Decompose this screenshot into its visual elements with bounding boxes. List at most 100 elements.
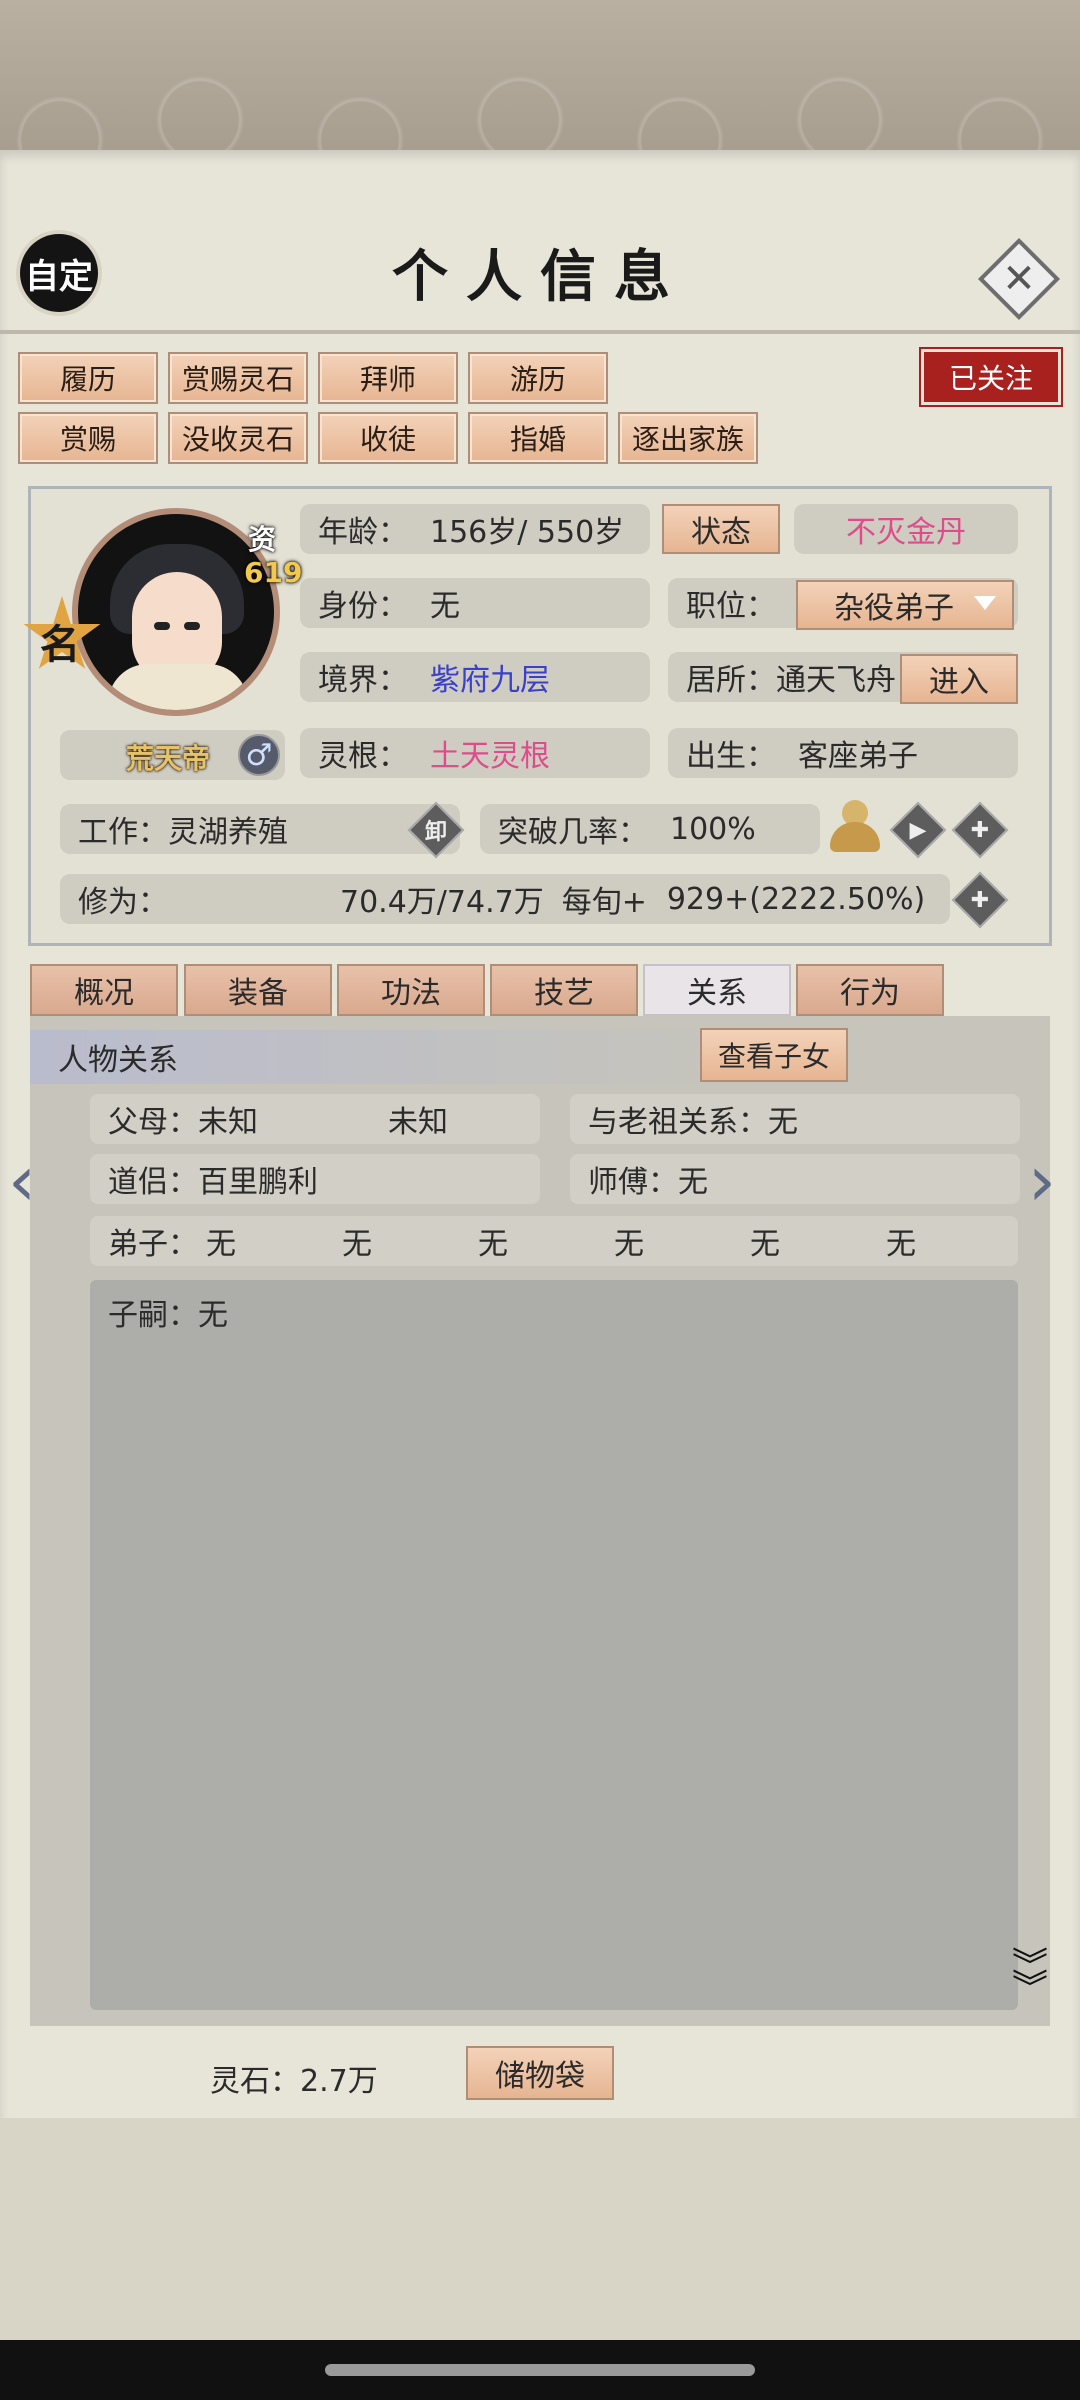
position-value: 杂役弟子 (834, 591, 954, 626)
per-turn-value: 929+(2222.50%) (666, 881, 926, 917)
realm-label: 境界： (318, 663, 408, 698)
disciple-slot[interactable]: 无 (750, 1219, 780, 1263)
meditate-figure-icon[interactable] (830, 800, 880, 854)
ancestor-row: 与老祖关系：无 (570, 1094, 1020, 1144)
enter-button[interactable]: 进入 (900, 654, 1018, 704)
master-label: 师傅： (588, 1165, 678, 1200)
title-name: 荒天帝 (126, 742, 211, 775)
disciple-slot[interactable]: 无 (614, 1219, 644, 1263)
reward-stone-button[interactable]: 赏赐灵石 (168, 352, 308, 404)
age-label: 年龄： (318, 515, 408, 550)
ancestor-label: 与老祖关系： (588, 1105, 768, 1140)
scroll-down-icon[interactable]: ︾ ︾ (1012, 1949, 1048, 2007)
position-label: 职位： (686, 589, 776, 624)
storage-bag-button[interactable]: 储物袋 (466, 2046, 614, 2100)
birth-field: 出生： 客座弟子 (668, 728, 1018, 778)
top-decoration (0, 0, 1080, 150)
heirs-box: 子嗣：无 (90, 1280, 1018, 2010)
residence-label: 居所： (686, 663, 776, 698)
tab-behavior[interactable]: 行为 (796, 964, 944, 1016)
next-arrow-icon[interactable]: › (1028, 1140, 1056, 1222)
work-field: 工作： 灵湖养殖 (60, 804, 460, 854)
identity-value: 无 (430, 589, 460, 624)
heirs-value: 无 (198, 1298, 228, 1333)
birth-value: 客座弟子 (798, 739, 918, 774)
disciple-slot[interactable]: 无 (206, 1219, 236, 1263)
tab-overview[interactable]: 概况 (30, 964, 178, 1016)
play-icon: ▶ (909, 817, 927, 843)
take-disciple-button[interactable]: 收徒 (318, 412, 458, 464)
birth-label: 出生： (686, 739, 776, 774)
unload-icon: 卸 (424, 820, 447, 845)
parents-row: 父母： 未知 未知 (90, 1094, 540, 1144)
partner-value[interactable]: 百里鹏利 (198, 1157, 318, 1201)
tab-skills[interactable]: 技艺 (490, 964, 638, 1016)
disciples-row: 弟子： 无 无 无 无 无 无 (90, 1216, 1018, 1266)
reward-button[interactable]: 赏赐 (18, 412, 158, 464)
spirit-stone: 灵石：2.7万 (210, 2056, 378, 2100)
parent-value[interactable]: 未知 (388, 1097, 448, 1141)
aptitude-value: 619 (244, 556, 303, 589)
cultivation-value: 70.4万/74.7万 (340, 885, 544, 920)
male-icon: ♂ (238, 734, 280, 776)
become-apprentice-button[interactable]: 拜师 (318, 352, 458, 404)
partner-row: 道侣： 百里鹏利 (90, 1154, 540, 1204)
disciple-slot[interactable]: 无 (478, 1219, 508, 1263)
expel-button[interactable]: 逐出家族 (618, 412, 758, 464)
work-label: 工作： (78, 815, 168, 850)
tab-equipment[interactable]: 装备 (184, 964, 332, 1016)
per-turn-label: 每旬+ (561, 885, 647, 920)
status-text: 不灭金丹 (846, 515, 966, 550)
star-label: 名 (40, 621, 80, 668)
plus-icon: ✚ (970, 817, 990, 843)
position-dropdown[interactable]: 杂役弟子 (796, 580, 1014, 630)
home-indicator[interactable] (325, 2364, 755, 2376)
root-field: 灵根： 土天灵根 (300, 728, 650, 778)
cultivation-label: 修为： (78, 885, 168, 920)
aptitude-label: 资 (248, 523, 277, 556)
resume-button[interactable]: 履历 (18, 352, 158, 404)
avatar-robe (108, 664, 248, 710)
disciple-slot[interactable]: 无 (886, 1219, 916, 1263)
lower-band (0, 2118, 1080, 2340)
breakthrough-label: 突破几率： (498, 815, 648, 850)
heirs-label: 子嗣： (108, 1298, 198, 1333)
root-value: 土天灵根 (430, 739, 550, 774)
arrange-marriage-button[interactable]: 指婚 (468, 412, 608, 464)
tab-relations[interactable]: 关系 (643, 964, 791, 1016)
disciple-slot[interactable]: 无 (342, 1219, 372, 1263)
travel-button[interactable]: 游历 (468, 352, 608, 404)
ancestor-value: 无 (768, 1105, 798, 1140)
stone-value: 2.7万 (300, 2064, 378, 2099)
followed-badge[interactable]: 已关注 (924, 352, 1058, 402)
identity-field: 身份： 无 (300, 578, 650, 628)
confiscate-stone-button[interactable]: 没收灵石 (168, 412, 308, 464)
dropdown-arrow-icon (974, 596, 996, 610)
residence-value: 通天飞舟 (776, 663, 896, 698)
partner-label: 道侣： (108, 1165, 198, 1200)
divider (0, 330, 1080, 334)
work-value: 灵湖养殖 (168, 815, 288, 850)
avatar-eye (184, 622, 200, 630)
heirs-row: 子嗣：无 (108, 1290, 228, 1334)
realm-field: 境界： 紫府九层 (300, 652, 650, 702)
page-title: 个人信息 (392, 244, 688, 310)
breakthrough-value: 100% (670, 811, 756, 847)
tab-techniques[interactable]: 功法 (337, 964, 485, 1016)
close-icon: ✕ (1002, 256, 1036, 302)
section-title: 人物关系 (30, 1030, 730, 1084)
age-value: 156岁/ 550岁 (430, 515, 625, 550)
previous-arrow-icon[interactable]: ‹ (8, 1140, 36, 1222)
parent-value[interactable]: 未知 (198, 1097, 258, 1141)
status-button[interactable]: 状态 (662, 504, 780, 554)
realm-value: 紫府九层 (430, 663, 550, 698)
disciples-label: 弟子： (108, 1227, 198, 1262)
stone-label: 灵石： (210, 2064, 300, 2099)
root-label: 灵根： (318, 739, 408, 774)
breakthrough-field: 突破几率： 100% (480, 804, 820, 854)
view-children-button[interactable]: 查看子女 (700, 1028, 848, 1082)
age-field: 年龄： 156岁/ 550岁 (300, 504, 650, 554)
identity-label: 身份： (318, 589, 408, 624)
avatar[interactable] (78, 514, 274, 710)
plus-icon: ✚ (970, 887, 990, 913)
